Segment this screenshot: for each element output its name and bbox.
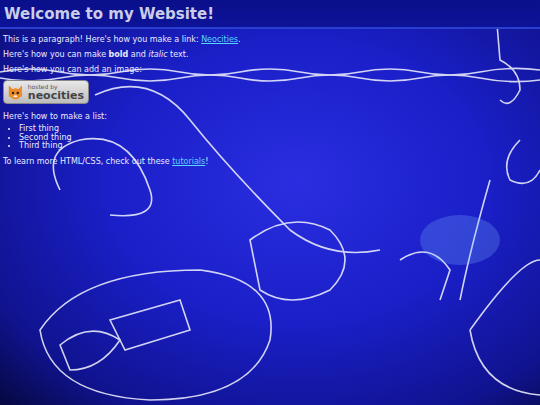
list-paragraph: Here's how to make a list:: [3, 112, 537, 121]
item-list: First thingSecond thingThird thing: [3, 125, 537, 151]
paragraph-text: !: [205, 157, 208, 166]
badge-text: hosted byneocities: [28, 84, 84, 101]
list-item: First thing: [19, 125, 537, 134]
page-title: Welcome to my Website!: [4, 5, 536, 23]
badge-large-text: neocities: [28, 90, 84, 101]
paragraph-text: and: [128, 50, 148, 59]
link-paragraph: This is a paragraph! Here's how you make…: [3, 35, 537, 44]
format-paragraph: Here's how you can make bold and italic …: [3, 50, 537, 59]
tutorials-link[interactable]: tutorials: [172, 157, 205, 166]
paragraph-text: This is a paragraph! Here's how you make…: [3, 35, 201, 44]
italic-text: italic: [148, 50, 167, 59]
neocities-link[interactable]: Neocities: [201, 35, 238, 44]
image-paragraph: Here's how you can add an image:: [3, 65, 537, 74]
paragraph-text: Here's how you can make: [3, 50, 109, 59]
paragraph-text: text.: [168, 50, 189, 59]
outro-paragraph: To learn more HTML/CSS, check out these …: [3, 157, 537, 166]
bold-text: bold: [109, 50, 129, 59]
header-bar: Welcome to my Website!: [0, 0, 540, 29]
paragraph-text: .: [238, 35, 241, 44]
background-picture: [0, 0, 540, 405]
list-item: Second thing: [19, 134, 537, 143]
cat-icon: [6, 82, 25, 102]
neocities-badge[interactable]: hosted byneocities: [3, 80, 89, 104]
content: This is a paragraph! Here's how you make…: [0, 35, 540, 166]
list-item: Third thing: [19, 142, 537, 151]
paragraph-text: To learn more HTML/CSS, check out these: [3, 157, 172, 166]
